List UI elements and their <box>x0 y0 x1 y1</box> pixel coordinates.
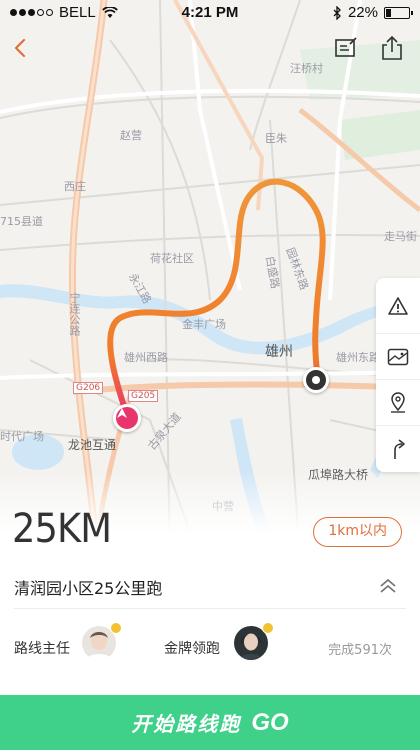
medal-badge-icon <box>262 622 274 634</box>
chevron-double-up-icon <box>380 578 396 593</box>
map-label: 雄州东路 <box>336 351 380 364</box>
bluetooth-icon <box>333 5 341 20</box>
map-label: 金丰广场 <box>182 318 226 331</box>
edit-note-icon <box>335 37 357 57</box>
route-people: 路线主任 金牌领跑 完成591次 <box>0 618 420 674</box>
map-label: 汪桥村 <box>290 62 323 75</box>
map-label: 臣朱 <box>265 132 287 145</box>
start-label: 开始路线跑 <box>131 712 242 736</box>
go-logo: GO <box>251 708 289 736</box>
map-label: G205 <box>128 390 159 402</box>
share-icon <box>382 35 402 60</box>
leader-label: 路线主任 <box>14 641 70 657</box>
map-label: 荷花社区 <box>150 252 194 265</box>
warning-icon <box>388 296 408 315</box>
divider <box>14 608 406 609</box>
completed-count: 完成591次 <box>328 643 392 658</box>
map-label: 715县道 <box>0 215 43 228</box>
map-label: 雄州西路 <box>124 351 168 364</box>
route-title: 清润园小区25公里跑 <box>14 579 163 598</box>
back-arrow-icon <box>14 38 26 58</box>
navigate-button[interactable] <box>376 426 420 472</box>
map-label: 雄州 <box>265 344 293 360</box>
edit-note-button[interactable] <box>332 34 360 62</box>
range-badge[interactable]: 1km以内 <box>313 517 402 547</box>
map-tools <box>376 278 420 472</box>
location-pin-icon <box>391 391 405 413</box>
start-route-run-button[interactable]: 开始路线跑 GO <box>0 695 420 750</box>
status-bar: BELL 4:21 PM 22% <box>0 0 420 26</box>
back-button[interactable] <box>6 34 34 62</box>
battery-percent: 22% <box>347 4 378 21</box>
map-label: 宁连公路 <box>68 292 81 336</box>
gold-leader-label: 金牌领跑 <box>164 641 220 657</box>
location-button[interactable] <box>376 380 420 426</box>
map-label: 赵营 <box>120 129 142 142</box>
map-label: 走马街 <box>384 230 417 243</box>
map-label: 时代广场 <box>0 430 44 443</box>
crown-badge-icon <box>110 622 122 634</box>
share-button[interactable] <box>378 34 406 62</box>
map-label: 龙池互通 <box>68 438 117 452</box>
warning-button[interactable] <box>376 278 420 334</box>
map-label: 西庄 <box>64 180 86 193</box>
route-end-marker <box>303 367 329 393</box>
battery-icon <box>384 6 413 19</box>
map-layer-button[interactable] <box>376 334 420 380</box>
map-layer-icon <box>387 348 409 365</box>
map-label: G206 <box>73 382 104 394</box>
navigate-arrow-icon <box>394 439 405 459</box>
route-start-marker <box>113 404 141 432</box>
route-distance: 25KM <box>12 506 112 552</box>
expand-button[interactable] <box>376 574 400 598</box>
